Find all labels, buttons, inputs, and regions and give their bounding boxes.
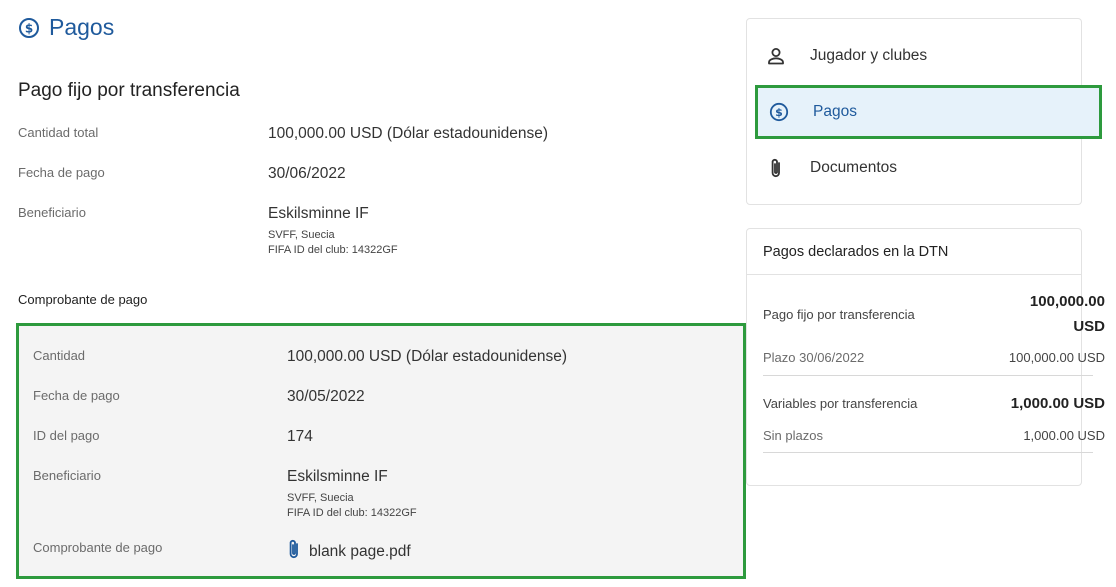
sidebar-item-documents[interactable]: Documentos — [747, 141, 1082, 195]
summary-fixed-value-line1: 100,000.00 — [1029, 293, 1105, 310]
summary-fixed-value-line2: USD — [1073, 318, 1105, 335]
receipt-amount-label: Cantidad — [33, 348, 86, 363]
summary-variable-term-label: Sin plazos — [763, 428, 823, 443]
receipt-beneficiary-label: Beneficiario — [33, 468, 101, 483]
beneficiary-name: Eskilsminne IF — [268, 205, 369, 222]
receipt-beneficiary-fifa-id: FIFA ID del club: 14322GF — [287, 507, 417, 519]
svg-text:$: $ — [25, 21, 33, 35]
summary-variable-label: Variables por transferencia — [763, 396, 918, 411]
receipt-payment-id-label: ID del pago — [33, 428, 100, 443]
summary-variable-value: 1,000.00 USD — [1010, 395, 1105, 412]
person-icon — [765, 45, 787, 67]
receipt-section-label: Comprobante de pago — [18, 292, 148, 307]
beneficiary-association: SVFF, Suecia — [268, 229, 335, 241]
receipt-date-value: 30/05/2022 — [287, 388, 365, 405]
summary-variable-term-row: Sin plazos 1,000.00 USD — [763, 428, 1105, 448]
sidebar-item-player-clubs[interactable]: Jugador y clubes — [747, 29, 1082, 83]
sidebar-item-label: Jugador y clubes — [810, 47, 928, 64]
declared-payments-card: Pagos declarados en la DTN Pago fijo por… — [746, 228, 1105, 486]
summary-fixed-term-row: Plazo 30/06/2022 100,000.00 USD — [763, 350, 1105, 370]
paperclip-icon — [765, 157, 787, 179]
page-title: Pagos — [49, 14, 115, 40]
receipt-file-link[interactable]: blank page.pdf — [287, 538, 411, 565]
summary-variable-row: Variables por transferencia 1,000.00 USD — [763, 395, 1105, 415]
beneficiary-fifa-id: FIFA ID del club: 14322GF — [268, 244, 398, 256]
sidebar-item-payments[interactable]: $ Pagos — [755, 85, 1102, 139]
receipt-proof-label: Comprobante de pago — [33, 540, 163, 555]
summary-fixed-term-value: 100,000.00 USD — [1008, 350, 1105, 365]
summary-divider — [763, 452, 1093, 453]
svg-text:$: $ — [775, 106, 783, 119]
payment-date-label: Fecha de pago — [18, 165, 105, 180]
summary-title: Pagos declarados en la DTN — [747, 229, 1081, 275]
receipt-beneficiary-association: SVFF, Suecia — [287, 492, 354, 504]
paperclip-icon — [287, 538, 309, 565]
receipt-beneficiary-name: Eskilsminne IF — [287, 468, 388, 485]
payment-date-value: 30/06/2022 — [268, 165, 346, 182]
summary-fixed-label: Pago fijo por transferencia — [763, 307, 915, 322]
total-amount-label: Cantidad total — [18, 125, 99, 140]
summary-variable-term-value: 1,000.00 USD — [1023, 428, 1105, 443]
sidebar-item-label: Documentos — [810, 159, 898, 176]
summary-divider — [763, 375, 1093, 376]
summary-fixed-row: Pago fijo por transferencia 100,000.00 U… — [763, 293, 1105, 343]
section-title: Pago fijo por transferencia — [18, 80, 240, 101]
side-navigation: Jugador y clubes $ Pagos Documentos — [746, 18, 1102, 205]
page-header: $ Pagos — [18, 14, 114, 41]
sidebar-item-label: Pagos — [813, 103, 857, 120]
receipt-amount-value: 100,000.00 USD (Dólar estadounidense) — [287, 348, 568, 365]
summary-fixed-term-label: Plazo 30/06/2022 — [763, 350, 865, 365]
dollar-circle-icon: $ — [18, 17, 40, 39]
receipt-date-label: Fecha de pago — [33, 388, 120, 403]
beneficiary-label: Beneficiario — [18, 205, 86, 220]
dollar-circle-icon: $ — [768, 101, 790, 123]
payment-receipt-panel: Cantidad 100,000.00 USD (Dólar estadouni… — [16, 323, 746, 579]
total-amount-value: 100,000.00 USD (Dólar estadounidense) — [268, 125, 549, 142]
receipt-file-name: blank page.pdf — [309, 542, 411, 560]
receipt-payment-id-value: 174 — [287, 428, 313, 445]
